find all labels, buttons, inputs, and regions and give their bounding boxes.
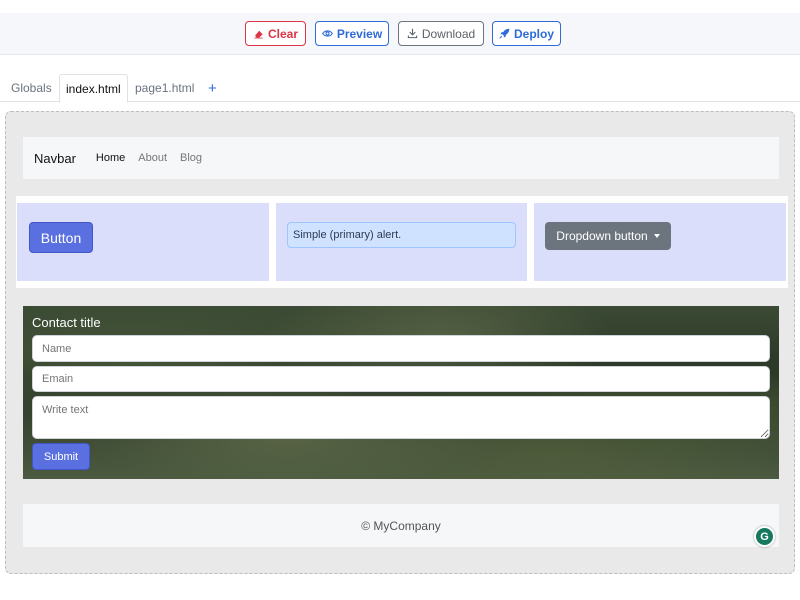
navbar[interactable]: Navbar Home About Blog (23, 137, 779, 179)
download-label: Download (421, 26, 476, 41)
submit-button[interactable]: Submit (32, 443, 90, 470)
primary-button[interactable]: Button (29, 222, 93, 253)
page-tabs: Globals index.html page1.html + (0, 74, 800, 103)
download-button[interactable]: Download (398, 21, 484, 46)
message-textarea[interactable] (32, 396, 770, 439)
caret-down-icon (653, 234, 660, 238)
tab-globals[interactable]: Globals (5, 74, 58, 102)
primary-alert[interactable]: Simple (primary) alert. (287, 222, 516, 248)
column-button[interactable]: Button (17, 203, 269, 281)
nav-link-about[interactable]: About (138, 152, 167, 164)
deploy-button[interactable]: Deploy (492, 21, 561, 46)
toolbar: Clear Preview Download Deploy (0, 13, 800, 55)
contact-title: Contact title (32, 315, 101, 330)
nav-link-home[interactable]: Home (96, 152, 125, 164)
preview-button[interactable]: Preview (315, 21, 389, 46)
column-dropdown[interactable]: Dropdown button (534, 203, 786, 281)
editor-canvas[interactable]: Navbar Home About Blog Button Simple (pr… (5, 111, 795, 574)
tab-page1-html[interactable]: page1.html (129, 74, 200, 102)
dropdown-label: Dropdown button (556, 229, 648, 243)
name-input[interactable] (32, 335, 770, 362)
download-icon (407, 28, 417, 39)
email-input[interactable] (32, 366, 770, 392)
column-alert[interactable]: Simple (primary) alert. (276, 203, 527, 281)
clear-button[interactable]: Clear (245, 21, 306, 46)
footer[interactable]: © MyCompany (23, 504, 779, 547)
eye-icon (321, 30, 333, 37)
rocket-icon (499, 28, 510, 39)
preview-label: Preview (336, 26, 383, 41)
deploy-label: Deploy (513, 26, 554, 41)
contact-section[interactable]: Contact title Submit (23, 306, 779, 479)
nav-link-blog[interactable]: Blog (180, 152, 202, 164)
footer-text: © MyCompany (361, 518, 441, 533)
tab-index-html[interactable]: index.html (59, 74, 128, 103)
eraser-icon (254, 30, 263, 39)
add-page-button[interactable]: + (202, 74, 223, 102)
dropdown-button[interactable]: Dropdown button (545, 222, 671, 250)
grammarly-icon[interactable]: G (754, 526, 775, 547)
navbar-brand[interactable]: Navbar (34, 151, 76, 166)
component-row: Button Simple (primary) alert. Dropdown … (16, 196, 788, 288)
clear-label: Clear (267, 26, 299, 41)
